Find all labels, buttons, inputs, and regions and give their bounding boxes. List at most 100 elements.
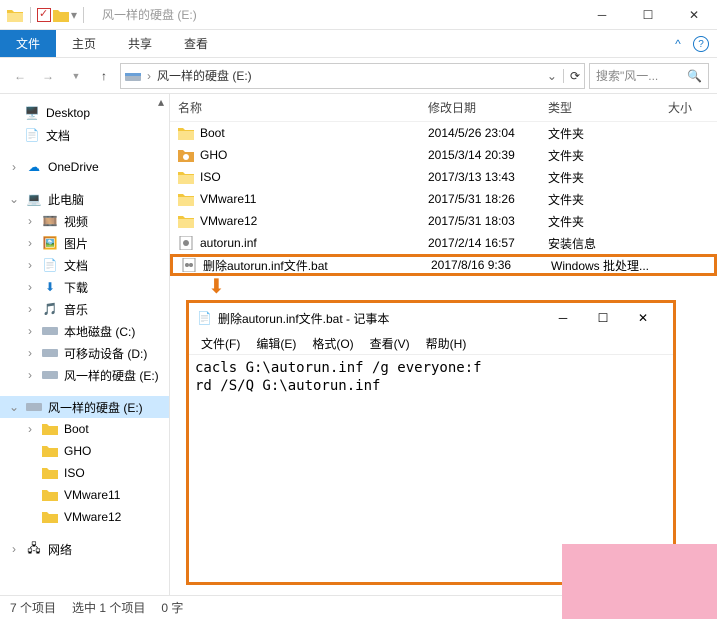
address-dropdown[interactable]: ⌄ bbox=[547, 69, 557, 83]
tree-folder-gho[interactable]: GHO bbox=[0, 440, 169, 462]
navigation-bar: ← → ▼ ↑ › 风一样的硬盘 (E:) ⌄ ⟳ 搜索"风一... 🔍 bbox=[0, 58, 717, 94]
recent-dropdown[interactable]: ▼ bbox=[64, 64, 88, 88]
file-date: 2017/2/14 16:57 bbox=[420, 236, 540, 250]
file-name: VMware11 bbox=[200, 192, 256, 206]
ribbon-tabs: 文件 主页 共享 查看 ^ ? bbox=[0, 30, 717, 58]
tree-pictures[interactable]: ›🖼️图片 bbox=[0, 232, 169, 254]
notepad-titlebar: 📄 删除autorun.inf文件.bat - 记事本 ─ ☐ ✕ bbox=[189, 303, 673, 333]
help-button[interactable]: ? bbox=[693, 36, 709, 52]
address-bar[interactable]: › 风一样的硬盘 (E:) ⌄ ⟳ bbox=[120, 63, 585, 89]
tree-drive-e2[interactable]: ⌄风一样的硬盘 (E:) bbox=[0, 396, 169, 418]
tree-folder-vmware12[interactable]: VMware12 bbox=[0, 506, 169, 528]
back-button[interactable]: ← bbox=[8, 64, 32, 88]
file-date: 2017/5/31 18:03 bbox=[420, 214, 540, 228]
tree-folder-iso[interactable]: ISO bbox=[0, 462, 169, 484]
file-type: 文件夹 bbox=[540, 169, 660, 186]
col-size[interactable]: 大小 bbox=[660, 99, 717, 116]
file-name: Boot bbox=[200, 126, 225, 140]
minimize-button[interactable]: ─ bbox=[579, 0, 625, 30]
file-type: Windows 批处理... bbox=[543, 257, 663, 274]
tab-file[interactable]: 文件 bbox=[0, 30, 56, 57]
window-title: 风一样的硬盘 (E:) bbox=[94, 6, 579, 23]
status-bytes: 0 字 bbox=[161, 599, 183, 616]
breadcrumb-item[interactable]: 风一样的硬盘 (E:) bbox=[157, 67, 252, 84]
tree-drive-d[interactable]: ›可移动设备 (D:) bbox=[0, 342, 169, 364]
tree-onedrive[interactable]: ›☁OneDrive bbox=[0, 156, 169, 178]
file-row[interactable]: VMware12 2017/5/31 18:03文件夹 bbox=[170, 210, 717, 232]
notepad-menu-help[interactable]: 帮助(H) bbox=[420, 335, 473, 352]
window-titlebar: ▾ 风一样的硬盘 (E:) ─ ☐ ✕ bbox=[0, 0, 717, 30]
notepad-menu-file[interactable]: 文件(F) bbox=[195, 335, 246, 352]
file-row[interactable]: autorun.inf 2017/2/14 16:57安装信息 bbox=[170, 232, 717, 254]
file-type: 文件夹 bbox=[540, 213, 660, 230]
notepad-minimize[interactable]: ─ bbox=[549, 311, 577, 325]
tree-thispc[interactable]: ⌄💻此电脑 bbox=[0, 188, 169, 210]
notepad-icon: 📄 bbox=[197, 311, 212, 325]
file-date: 2017/5/31 18:26 bbox=[420, 192, 540, 206]
tree-documents[interactable]: ›📄文档 bbox=[0, 254, 169, 276]
notepad-maximize[interactable]: ☐ bbox=[589, 311, 617, 325]
breadcrumb-sep: › bbox=[147, 69, 151, 83]
notepad-title: 删除autorun.inf文件.bat - 记事本 bbox=[218, 310, 543, 327]
col-type[interactable]: 类型 bbox=[540, 99, 660, 116]
notepad-window: 📄 删除autorun.inf文件.bat - 记事本 ─ ☐ ✕ 文件(F) … bbox=[186, 300, 676, 585]
col-date[interactable]: 修改日期 bbox=[420, 99, 540, 116]
file-name: autorun.inf bbox=[200, 236, 257, 250]
qat-overflow[interactable]: ▾ bbox=[71, 8, 77, 22]
scroll-up-icon[interactable]: ▴ bbox=[153, 94, 169, 110]
tree-network[interactable]: ›🖧网络 bbox=[0, 538, 169, 560]
file-type: 文件夹 bbox=[540, 191, 660, 208]
tree-documents-quick[interactable]: 📄文档 bbox=[0, 124, 169, 146]
file-type: 安装信息 bbox=[540, 235, 660, 252]
file-date: 2017/3/13 13:43 bbox=[420, 170, 540, 184]
tree-folder-boot[interactable]: ›Boot bbox=[0, 418, 169, 440]
maximize-button[interactable]: ☐ bbox=[625, 0, 671, 30]
navigation-tree: 🖥️Desktop 📄文档 ›☁OneDrive ⌄💻此电脑 ›🎞️视频 ›🖼️… bbox=[0, 94, 170, 595]
quick-access-toolbar: ▾ bbox=[0, 6, 94, 24]
tab-share[interactable]: 共享 bbox=[112, 30, 168, 57]
tab-view[interactable]: 查看 bbox=[168, 30, 224, 57]
file-row[interactable]: Boot 2014/5/26 23:04文件夹 bbox=[170, 122, 717, 144]
col-name[interactable]: 名称 bbox=[170, 99, 420, 116]
tree-videos[interactable]: ›🎞️视频 bbox=[0, 210, 169, 232]
notepad-menubar: 文件(F) 编辑(E) 格式(O) 查看(V) 帮助(H) bbox=[189, 333, 673, 355]
tree-folder-vmware11[interactable]: VMware11 bbox=[0, 484, 169, 506]
close-button[interactable]: ✕ bbox=[671, 0, 717, 30]
tab-home[interactable]: 主页 bbox=[56, 30, 112, 57]
column-headers: 名称 修改日期 类型 大小 bbox=[170, 94, 717, 122]
file-row[interactable]: GHO 2015/3/14 20:39文件夹 bbox=[170, 144, 717, 166]
status-selected: 选中 1 个项目 bbox=[72, 599, 145, 616]
refresh-button[interactable]: ⟳ bbox=[563, 69, 580, 83]
tree-desktop[interactable]: 🖥️Desktop bbox=[0, 102, 169, 124]
annotation-arrow: ⬇ bbox=[208, 274, 225, 299]
tree-music[interactable]: ›🎵音乐 bbox=[0, 298, 169, 320]
notepad-close[interactable]: ✕ bbox=[629, 311, 657, 325]
search-placeholder: 搜索"风一... bbox=[596, 67, 658, 84]
file-name: ISO bbox=[200, 170, 221, 184]
tree-drive-e1[interactable]: ›风一样的硬盘 (E:) bbox=[0, 364, 169, 386]
file-name: 删除autorun.inf文件.bat bbox=[203, 257, 328, 274]
file-name: VMware12 bbox=[200, 214, 257, 228]
file-row[interactable]: ISO 2017/3/13 13:43文件夹 bbox=[170, 166, 717, 188]
file-row[interactable]: 删除autorun.inf文件.bat2017/8/16 9:36Windows… bbox=[170, 254, 717, 276]
tree-drive-c[interactable]: ›本地磁盘 (C:) bbox=[0, 320, 169, 342]
notepad-menu-edit[interactable]: 编辑(E) bbox=[250, 335, 302, 352]
file-name: GHO bbox=[200, 148, 227, 162]
forward-button[interactable]: → bbox=[36, 64, 60, 88]
app-icon bbox=[6, 6, 24, 24]
file-type: 文件夹 bbox=[540, 147, 660, 164]
notepad-menu-format[interactable]: 格式(O) bbox=[306, 335, 359, 352]
file-type: 文件夹 bbox=[540, 125, 660, 142]
ribbon-collapse[interactable]: ^ bbox=[663, 30, 693, 57]
file-row[interactable]: VMware11 2017/5/31 18:26文件夹 bbox=[170, 188, 717, 210]
tree-scrollbar[interactable]: ▴ bbox=[153, 94, 169, 595]
qat-checkbox[interactable] bbox=[37, 8, 51, 22]
file-date: 2015/3/14 20:39 bbox=[420, 148, 540, 162]
search-icon[interactable]: 🔍 bbox=[687, 69, 702, 83]
tree-downloads[interactable]: ›⬇下载 bbox=[0, 276, 169, 298]
file-date: 2014/5/26 23:04 bbox=[420, 126, 540, 140]
folder-icon[interactable] bbox=[53, 8, 69, 22]
notepad-menu-view[interactable]: 查看(V) bbox=[364, 335, 416, 352]
up-button[interactable]: ↑ bbox=[92, 64, 116, 88]
search-box[interactable]: 搜索"风一... 🔍 bbox=[589, 63, 709, 89]
